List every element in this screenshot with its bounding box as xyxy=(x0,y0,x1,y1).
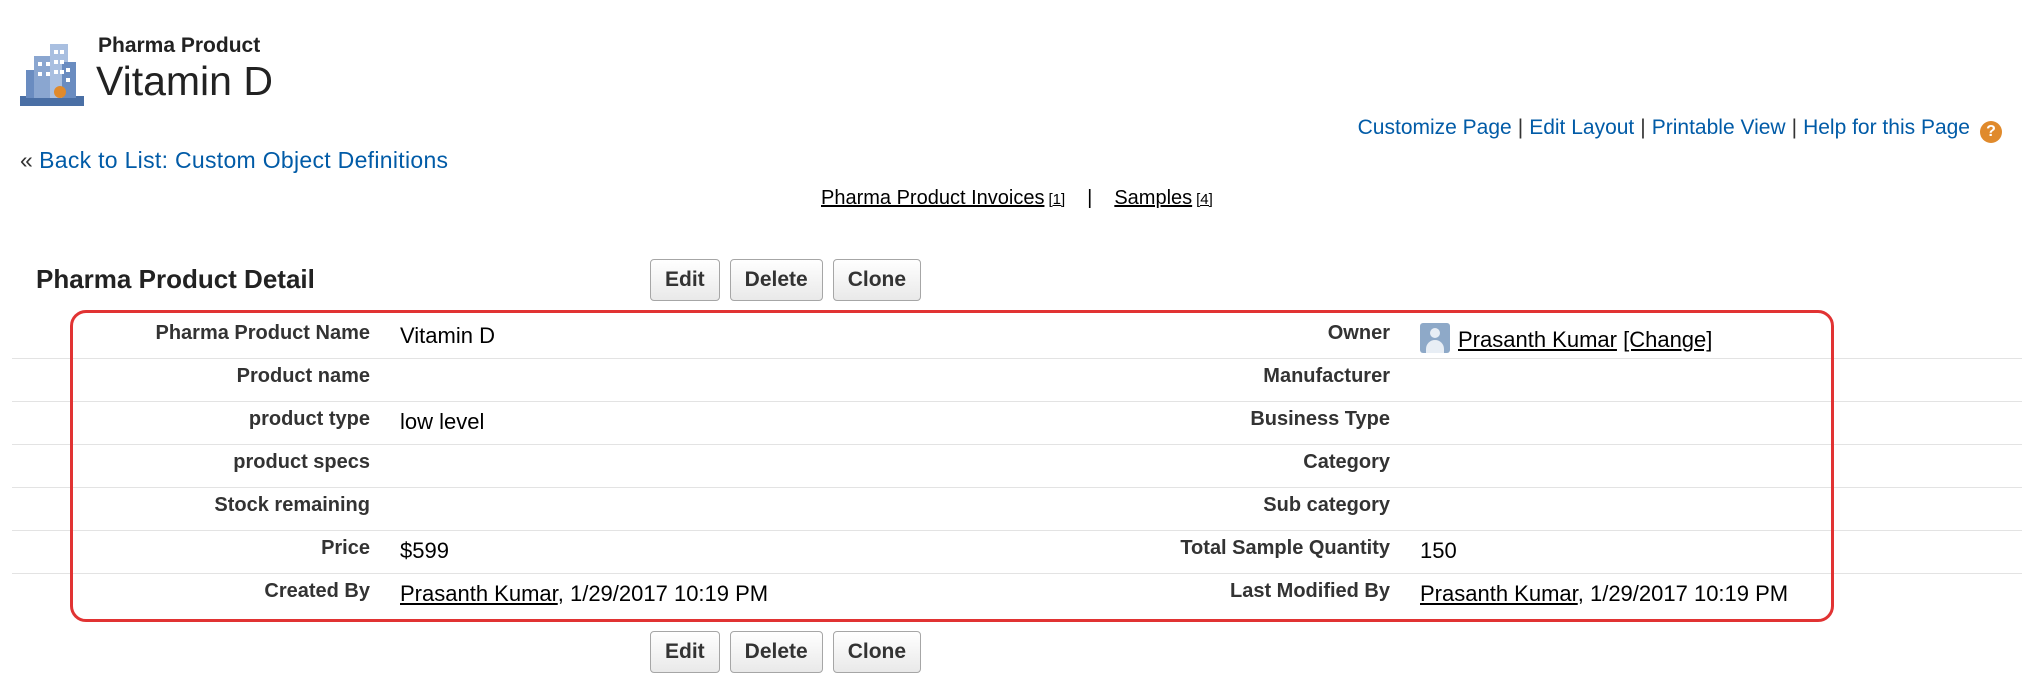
top-button-bar: Edit Delete Clone xyxy=(650,259,922,301)
clone-button[interactable]: Clone xyxy=(832,259,922,301)
related-link-samples[interactable]: Samples xyxy=(1114,187,1192,209)
related-list-links: Pharma Product Invoices [1] | Samples [4] xyxy=(821,187,1213,210)
link-separator: | xyxy=(1640,116,1646,139)
edit-button[interactable]: Edit xyxy=(650,631,720,673)
related-count-samples: [4] xyxy=(1196,191,1213,208)
record-title: Vitamin D xyxy=(96,58,273,104)
related-link-invoices[interactable]: Pharma Product Invoices xyxy=(821,187,1044,209)
highlight-box xyxy=(70,310,1834,622)
printable-view-link[interactable]: Printable View xyxy=(1652,116,1786,139)
customize-page-link[interactable]: Customize Page xyxy=(1358,116,1512,139)
object-type-label: Pharma Product xyxy=(98,34,261,57)
back-to-list: «Back to List: Custom Object Definitions xyxy=(20,147,448,174)
link-separator: | xyxy=(1791,116,1798,139)
section-title: Pharma Product Detail xyxy=(36,264,315,294)
edit-button[interactable]: Edit xyxy=(650,259,720,301)
page-links: Customize Page | Edit Layout | Printable Vie… xyxy=(1358,116,2002,143)
delete-button[interactable]: Delete xyxy=(729,631,823,673)
bottom-button-bar: Edit Delete Clone xyxy=(650,631,922,673)
clone-button[interactable]: Clone xyxy=(832,631,922,673)
back-arrow-icon: « xyxy=(20,147,34,173)
help-icon[interactable]: ? xyxy=(1980,121,2002,143)
back-to-list-link[interactable]: Back to List: Custom Object Definitions xyxy=(39,147,448,173)
related-count-invoices: [1] xyxy=(1048,191,1066,208)
link-separator: | xyxy=(1517,116,1524,139)
related-separator: | xyxy=(1087,187,1093,209)
pharma-product-icon xyxy=(20,36,84,108)
help-link[interactable]: Help for this Page xyxy=(1803,116,1970,139)
delete-button[interactable]: Delete xyxy=(729,259,823,301)
edit-layout-link[interactable]: Edit Layout xyxy=(1529,116,1634,139)
